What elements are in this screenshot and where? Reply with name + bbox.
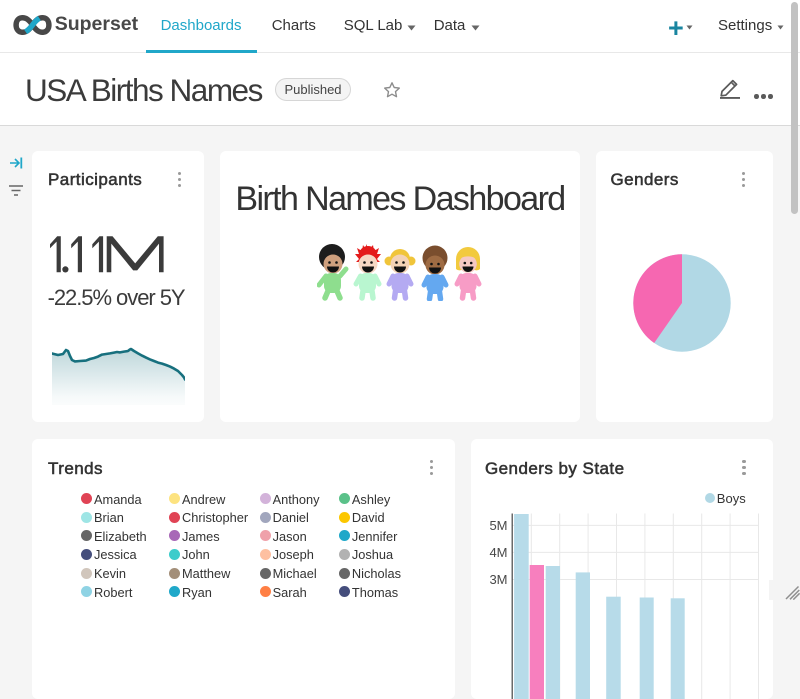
- svg-text:5M: 5M: [490, 518, 508, 533]
- svg-text:4M: 4M: [490, 545, 508, 560]
- svg-text:3M: 3M: [490, 572, 508, 587]
